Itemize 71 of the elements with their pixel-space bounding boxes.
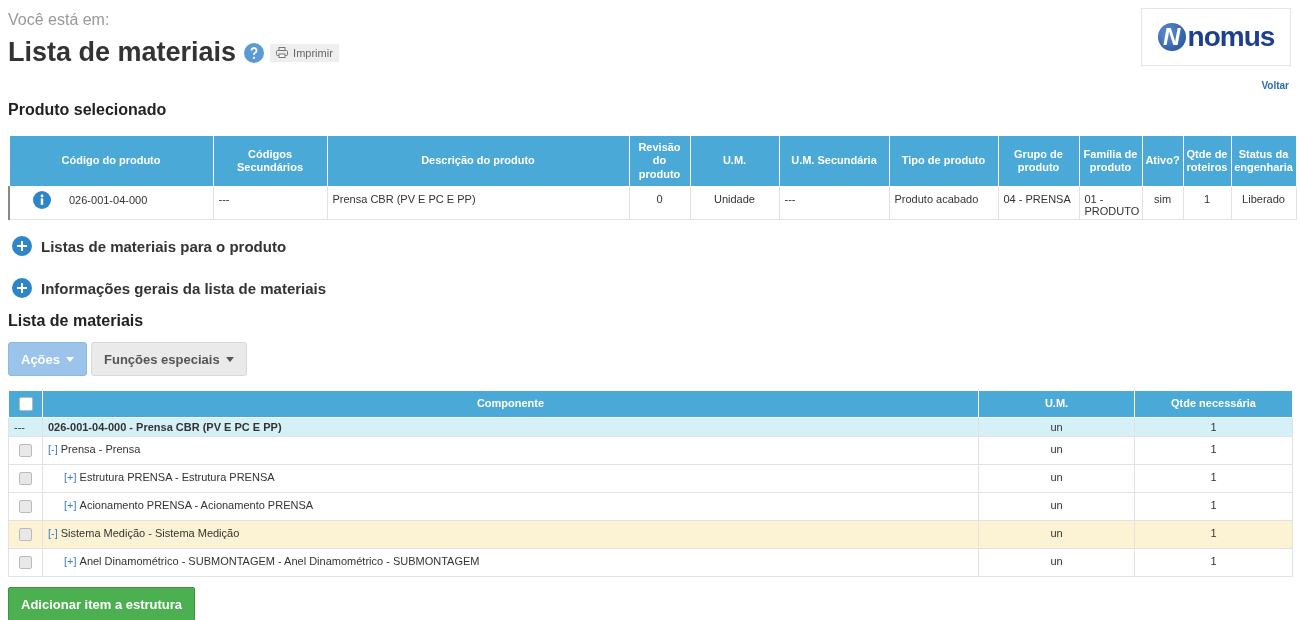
table-cell: 1 bbox=[1134, 520, 1293, 549]
table-cell: Unidade bbox=[690, 186, 779, 220]
caret-icon bbox=[225, 356, 234, 362]
table-cell: 1 bbox=[1134, 464, 1293, 493]
column-header: Grupo de produto bbox=[998, 135, 1079, 187]
table-cell: un bbox=[978, 548, 1135, 577]
column-header: Qtde necessária bbox=[1134, 390, 1293, 418]
tree-toggle[interactable]: [-] bbox=[48, 443, 58, 455]
table-cell: 026-001-04-000 bbox=[69, 194, 148, 206]
column-header: U.M. bbox=[690, 135, 779, 187]
info-icon[interactable] bbox=[33, 191, 51, 209]
column-header: Status da engenharia bbox=[1231, 135, 1296, 187]
accordion-label[interactable]: Informações gerais da lista de materiais bbox=[41, 279, 327, 297]
logo-mark: N bbox=[1157, 23, 1186, 51]
column-header: Componente bbox=[42, 390, 979, 418]
caret-icon bbox=[66, 356, 75, 362]
table-cell: 1 bbox=[1183, 186, 1231, 220]
tree-toggle[interactable]: [-] bbox=[48, 527, 58, 539]
section-title: Lista de materiais bbox=[8, 312, 145, 330]
table-cell: 0 bbox=[629, 186, 690, 220]
column-header: Família de produto bbox=[1079, 135, 1142, 187]
dropdown-button[interactable]: Funções especiais bbox=[91, 342, 247, 376]
expand-icon[interactable] bbox=[12, 236, 32, 256]
column-header: U.M. bbox=[978, 390, 1135, 418]
section-title: Produto selecionado bbox=[8, 101, 168, 119]
breadcrumb: Você está em: bbox=[8, 11, 111, 29]
component-name: [-] Sistema Medição - Sistema Medição bbox=[48, 527, 240, 539]
table-cell: Prensa CBR (PV E PC E PP) bbox=[327, 186, 629, 220]
table-cell: 01 - PRODUTO bbox=[1079, 186, 1142, 220]
column-header: Ativo? bbox=[1142, 135, 1183, 187]
row-checkbox[interactable] bbox=[19, 556, 32, 569]
expand-icon[interactable] bbox=[12, 278, 32, 298]
table-cell: un bbox=[978, 436, 1135, 465]
component-name: [+] Anel Dinamométrico - SUBMONTAGEM - Anel Dinamométrico - SUBMONTAGEM bbox=[63, 555, 480, 567]
column-header: Tipo de produto bbox=[889, 135, 998, 187]
table-cell: Produto acabado bbox=[889, 186, 998, 220]
table-cell: --- bbox=[213, 186, 327, 220]
table-cell: 1 bbox=[1134, 436, 1293, 465]
add-item-button[interactable]: Adicionar item a estrutura bbox=[8, 587, 196, 620]
tree-toggle[interactable]: [+] bbox=[64, 499, 77, 511]
table-cell: 04 - PRENSA bbox=[998, 186, 1079, 220]
component-name: [-] Prensa - Prensa bbox=[48, 443, 141, 455]
table-cell: 1 bbox=[1134, 548, 1293, 577]
table-cell: un bbox=[978, 464, 1135, 493]
column-header: Revisão do produto bbox=[629, 135, 690, 187]
column-header: U.M. Secundária bbox=[779, 135, 889, 187]
table-cell: 1 bbox=[1134, 492, 1293, 521]
back-link[interactable]: Voltar bbox=[1261, 80, 1289, 91]
column-header: Códigos Secundários bbox=[213, 135, 327, 187]
row-checkbox[interactable] bbox=[19, 472, 32, 485]
tree-toggle[interactable]: [+] bbox=[64, 555, 77, 567]
print-button[interactable]: Imprimir bbox=[270, 43, 339, 62]
column-header: Descrição do produto bbox=[327, 135, 629, 187]
component-name: [+] Estrutura PRENSA - Estrutura PRENSA bbox=[63, 471, 275, 483]
table-cell: Liberado bbox=[1231, 186, 1296, 220]
row-checkbox[interactable] bbox=[19, 500, 32, 513]
accordion-label[interactable]: Listas de materiais para o produto bbox=[41, 237, 287, 255]
column-header: Código do produto bbox=[9, 135, 213, 187]
row-checkbox[interactable] bbox=[19, 444, 32, 457]
row-checkbox[interactable] bbox=[19, 528, 32, 541]
column-header: Qtde de roteiros bbox=[1183, 135, 1231, 187]
logo-text: nomus bbox=[1187, 21, 1275, 53]
page-title: Lista de materiais bbox=[8, 37, 237, 68]
select-all-checkbox[interactable] bbox=[18, 397, 33, 411]
component-name: [+] Acionamento PRENSA - Acionamento PRENSA bbox=[63, 499, 314, 511]
help-icon[interactable] bbox=[244, 42, 265, 63]
table-cell: un bbox=[978, 520, 1135, 549]
tree-toggle[interactable]: [+] bbox=[64, 471, 77, 483]
table-cell: un bbox=[978, 492, 1135, 521]
printer-icon bbox=[276, 47, 289, 58]
table-cell: --- bbox=[779, 186, 889, 220]
